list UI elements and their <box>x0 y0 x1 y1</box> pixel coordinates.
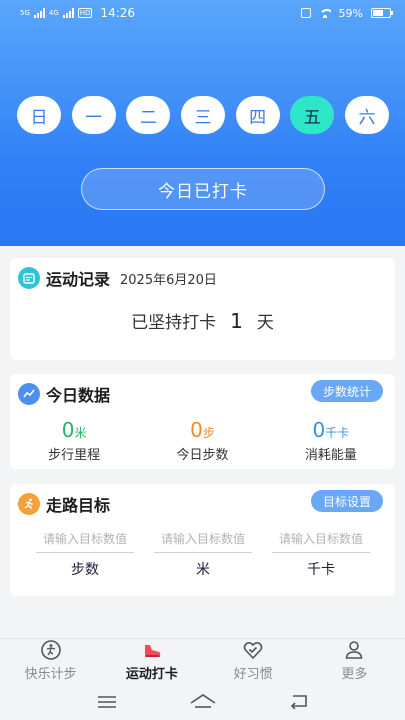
signal-icon <box>33 8 45 18</box>
stat-label: 消耗能量 <box>304 448 357 463</box>
streak-prefix: 已坚持打卡 <box>131 313 217 333</box>
shoe-icon <box>141 639 163 661</box>
tab-label: 好习惯 <box>233 667 273 682</box>
today-title: 今日数据 <box>46 386 111 405</box>
day-mon[interactable]: 一 <box>71 96 116 134</box>
system-nav-bar <box>0 686 405 720</box>
stat-unit: 千卡 <box>325 426 350 440</box>
day-sun[interactable]: 日 <box>17 96 61 134</box>
walking-goal-card: 走路目标 目标设置 步数 米 千卡 <box>10 484 395 596</box>
heart-check-icon <box>242 639 264 661</box>
wifi-icon <box>318 8 331 18</box>
stat-label: 步行里程 <box>48 448 101 463</box>
back-icon[interactable] <box>289 693 309 713</box>
calendar-icon <box>18 267 40 289</box>
day-thu[interactable]: 四 <box>235 96 280 134</box>
stat-unit: 米 <box>74 426 87 440</box>
bottom-tab-bar: 快乐计步 运动打卡 好习惯 更多 <box>0 638 405 686</box>
signal-label-4g: 4G <box>48 8 59 17</box>
tab-more[interactable]: 更多 <box>304 639 405 686</box>
goal-title: 走路目标 <box>46 496 111 515</box>
today-stats: 0米 步行里程 0步 今日步数 0千卡 消耗能量 <box>10 418 395 463</box>
status-bar: 5G 4G HD 14:26 59% <box>0 0 405 26</box>
record-title: 运动记录 <box>46 270 111 289</box>
goal-steps-input[interactable] <box>36 532 134 553</box>
record-date: 2025年6月20日 <box>120 272 217 288</box>
record-card: 运动记录 2025年6月20日 已坚持打卡 1 天 <box>10 258 395 360</box>
tab-happy-steps[interactable]: 快乐计步 <box>0 639 101 686</box>
goal-settings-button[interactable]: 目标设置 <box>310 490 383 512</box>
tab-label: 快乐计步 <box>24 667 77 682</box>
signal-label-5g: 5G <box>20 8 30 17</box>
stat-label: 今日步数 <box>176 448 229 463</box>
stat-steps: 0步 今日步数 <box>138 418 266 463</box>
streak-text: 已坚持打卡 1 天 <box>10 308 395 333</box>
hd-badge: HD <box>77 8 93 18</box>
battery-icon <box>371 8 393 18</box>
chart-icon <box>18 383 40 405</box>
stat-energy: 0千卡 消耗能量 <box>267 418 395 463</box>
stat-value: 0 <box>61 418 75 442</box>
battery-percent: 59% <box>338 6 363 20</box>
stat-unit: 步 <box>202 426 215 440</box>
today-data-card: 今日数据 步数统计 0米 步行里程 0步 今日步数 0千卡 消耗能量 <box>10 374 395 469</box>
streak-count: 1 <box>230 309 243 333</box>
day-fri[interactable]: 五 <box>290 96 335 134</box>
checkin-button[interactable]: 今日已打卡 <box>81 168 325 210</box>
tab-good-habits[interactable]: 好习惯 <box>203 639 304 686</box>
goal-meters-input[interactable] <box>154 532 252 553</box>
day-sat[interactable]: 六 <box>344 96 389 134</box>
walker-icon <box>40 639 62 661</box>
person-icon <box>343 639 365 661</box>
stat-value: 0 <box>312 418 326 442</box>
clock: 14:26 <box>100 6 136 20</box>
stat-distance: 0米 步行里程 <box>10 418 138 463</box>
stat-value: 0 <box>190 418 203 442</box>
day-tue[interactable]: 二 <box>126 96 171 134</box>
runner-icon <box>18 493 40 515</box>
goal-kcal-label: 千卡 <box>307 562 335 578</box>
tab-exercise-checkin[interactable]: 运动打卡 <box>101 639 202 686</box>
goal-meters: 米 <box>154 528 252 579</box>
vibrate-icon <box>300 8 311 18</box>
step-stats-button[interactable]: 步数统计 <box>310 380 383 402</box>
menu-icon[interactable] <box>97 694 117 713</box>
goal-kcal-input[interactable] <box>272 532 370 553</box>
home-icon[interactable] <box>190 693 216 713</box>
goal-fields: 步数 米 千卡 <box>36 528 370 579</box>
streak-suffix: 天 <box>256 313 274 333</box>
goal-steps-label: 步数 <box>71 562 99 578</box>
goal-meters-label: 米 <box>196 562 210 578</box>
goal-kcal: 千卡 <box>272 528 370 579</box>
tab-label: 运动打卡 <box>125 667 178 682</box>
day-wed[interactable]: 三 <box>180 96 225 134</box>
goal-steps: 步数 <box>36 528 134 579</box>
week-day-selector: 日 一 二 三 四 五 六 <box>17 96 389 134</box>
tab-label: 更多 <box>341 667 368 682</box>
signal-icon-2 <box>62 8 74 18</box>
